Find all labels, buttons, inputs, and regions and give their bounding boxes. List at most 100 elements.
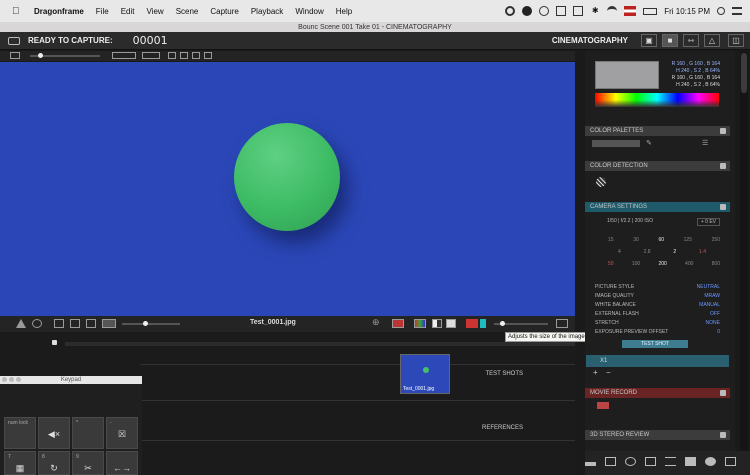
teal-overlay-icon[interactable]: [480, 319, 486, 328]
collapse-icon[interactable]: [720, 204, 726, 210]
setting-value[interactable]: NEUTRAL: [697, 284, 720, 290]
menu-capture[interactable]: Capture: [210, 7, 238, 16]
key-7[interactable]: 7 ▦: [4, 451, 36, 475]
record-overlay-icon[interactable]: [466, 319, 478, 328]
panel-toggle-icon[interactable]: ◫: [728, 34, 744, 47]
shutter-row[interactable]: 15 30 60 125 250: [608, 237, 720, 243]
setting-value[interactable]: MRAW: [704, 293, 720, 299]
sphere-icon[interactable]: [705, 457, 716, 466]
wifi-icon[interactable]: [607, 6, 618, 16]
notification-center-icon[interactable]: [732, 7, 742, 15]
ev-value[interactable]: + 0 EV: [696, 218, 720, 226]
setting-value[interactable]: MANUAL: [699, 302, 720, 308]
menu-view[interactable]: View: [146, 7, 163, 16]
playhead-icon[interactable]: [52, 340, 57, 345]
menu-window[interactable]: Window: [295, 7, 323, 16]
dragon-status-icon[interactable]: [522, 6, 533, 16]
film-icon[interactable]: [665, 457, 676, 466]
palette-menu-icon[interactable]: ☰: [702, 139, 708, 147]
record-status-icon[interactable]: [505, 6, 516, 16]
sync-status-icon[interactable]: [556, 6, 567, 16]
menu-scene[interactable]: Scene: [176, 7, 199, 16]
app-menu[interactable]: Dragonframe: [34, 7, 84, 16]
setting-exposure-preview-offset[interactable]: EXPOSURE PREVIEW OFFSET 0: [595, 329, 720, 335]
eye-status-icon[interactable]: [539, 6, 550, 16]
bluetooth-icon[interactable]: ✱: [590, 6, 600, 16]
camera-icon[interactable]: [605, 457, 616, 466]
palette-dropdown[interactable]: [592, 140, 640, 147]
apple-icon[interactable]: : [12, 6, 24, 17]
zoom-window-button[interactable]: [16, 377, 21, 382]
notes-icon[interactable]: [725, 457, 736, 466]
warning-icon[interactable]: [16, 319, 26, 328]
collapse-icon[interactable]: [720, 128, 726, 134]
detection-icon[interactable]: [596, 177, 606, 187]
aperture-row[interactable]: 4 2.8 2 1.4: [618, 249, 706, 255]
stage-icon[interactable]: [585, 457, 596, 466]
collapse-icon[interactable]: [720, 390, 726, 396]
movie-record-header[interactable]: MOVIE RECORD: [585, 388, 730, 398]
iso-option[interactable]: 400: [685, 261, 693, 267]
eyedropper-icon[interactable]: ✎: [646, 139, 652, 147]
aperture-option[interactable]: 2: [673, 249, 676, 255]
shutter-option[interactable]: 30: [633, 237, 639, 243]
camera-view-icon[interactable]: ■: [662, 34, 678, 47]
display-status-icon[interactable]: [573, 6, 584, 16]
shutter-option[interactable]: 15: [608, 237, 614, 243]
test-shot-thumbnail[interactable]: Test_0001.jpg: [400, 354, 450, 394]
collapse-icon[interactable]: [720, 163, 726, 169]
aperture-option[interactable]: 1.4: [699, 249, 706, 255]
key-num-lock[interactable]: num lock: [4, 417, 36, 449]
setting-value[interactable]: OFF: [710, 311, 720, 317]
remove-exposure-icon[interactable]: −: [606, 368, 611, 377]
info-icon[interactable]: [446, 319, 456, 328]
key-minus[interactable]: - ☒: [106, 417, 138, 449]
iso-row[interactable]: 50 100 200 400 800: [608, 261, 720, 267]
close-window-button[interactable]: [2, 377, 7, 382]
grid-icon[interactable]: [70, 319, 80, 328]
inspector-scrollbar[interactable]: [740, 51, 748, 451]
key-8[interactable]: 8 ↻: [38, 451, 70, 475]
scrollbar-thumb[interactable]: [741, 53, 747, 93]
timeline-scrubber[interactable]: [65, 342, 575, 346]
flag-icon[interactable]: [624, 6, 637, 16]
setting-value[interactable]: 0: [717, 329, 720, 335]
light-icon[interactable]: △: [704, 34, 720, 47]
frame-slider[interactable]: [122, 323, 180, 325]
keypad-titlebar[interactable]: Keypad: [0, 376, 142, 384]
toggle-b-icon[interactable]: [180, 52, 188, 59]
frame-slider-knob[interactable]: [143, 321, 148, 326]
view-mode-icon[interactable]: [10, 52, 20, 59]
loop-icon[interactable]: [142, 52, 160, 59]
menu-playback[interactable]: Playback: [251, 7, 283, 16]
iso-option[interactable]: 200: [658, 261, 666, 267]
color-swatch[interactable]: [595, 61, 659, 89]
setting-external-flash[interactable]: EXTERNAL FLASH OFF: [595, 311, 720, 317]
camera-capture-icon[interactable]: [392, 319, 404, 328]
camera-settings-header[interactable]: CAMERA SETTINGS: [585, 202, 730, 212]
color-spectrum[interactable]: [595, 93, 719, 107]
aperture-option[interactable]: 2.8: [644, 249, 651, 255]
color-detection-header[interactable]: COLOR DETECTION: [585, 161, 730, 171]
opacity-slider-knob[interactable]: [38, 53, 43, 58]
frame-select-icon[interactable]: [112, 52, 136, 59]
shutter-option[interactable]: 125: [684, 237, 692, 243]
stereo-review-header[interactable]: 3D STEREO REVIEW: [585, 430, 730, 440]
toggle-a-icon[interactable]: [168, 52, 176, 59]
test-shot-button[interactable]: TEST SHOT: [622, 340, 688, 348]
minimize-window-button[interactable]: [9, 377, 14, 382]
menu-help[interactable]: Help: [336, 7, 352, 16]
workspace-name[interactable]: CINEMATOGRAPHY: [552, 36, 628, 45]
crosshair-icon[interactable]: ⊕: [372, 317, 382, 327]
clock[interactable]: Fri 10:15 PM: [664, 7, 710, 16]
menu-edit[interactable]: Edit: [121, 7, 135, 16]
setting-picture-style[interactable]: PICTURE STYLE NEUTRAL: [595, 284, 720, 290]
key-9[interactable]: 9 ✂: [72, 451, 104, 475]
camera-connection-icon[interactable]: [8, 36, 20, 45]
monitor-icon[interactable]: ▣: [641, 34, 657, 47]
iso-option[interactable]: 800: [712, 261, 720, 267]
key-multiply[interactable]: *: [72, 417, 104, 449]
setting-value[interactable]: NONE: [706, 320, 720, 326]
collapse-icon[interactable]: [720, 432, 726, 438]
iso-option[interactable]: 50: [608, 261, 614, 267]
